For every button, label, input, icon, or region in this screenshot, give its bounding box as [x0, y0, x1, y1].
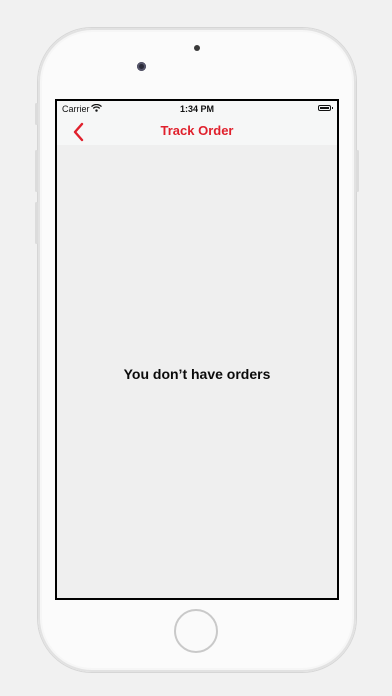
app-screen: Carrier 1:34 PM Track Order You don’t ha… [57, 101, 337, 598]
battery-icon [318, 105, 333, 111]
power-button [356, 150, 359, 192]
status-time: 1:34 PM [179, 104, 214, 114]
empty-orders-message: You don’t have orders [123, 366, 271, 382]
volume-down-button [35, 202, 38, 244]
speaker-dot [194, 45, 200, 51]
mute-switch [35, 103, 38, 125]
volume-up-button [35, 150, 38, 192]
phone-screen: Carrier 1:34 PM Track Order You don’t ha… [55, 99, 339, 600]
page-title: Track Order [160, 123, 234, 138]
navigation-bar: Track Order [57, 117, 337, 145]
home-button[interactable] [174, 609, 218, 653]
status-bar: Carrier 1:34 PM [57, 101, 337, 117]
front-camera [137, 62, 146, 71]
